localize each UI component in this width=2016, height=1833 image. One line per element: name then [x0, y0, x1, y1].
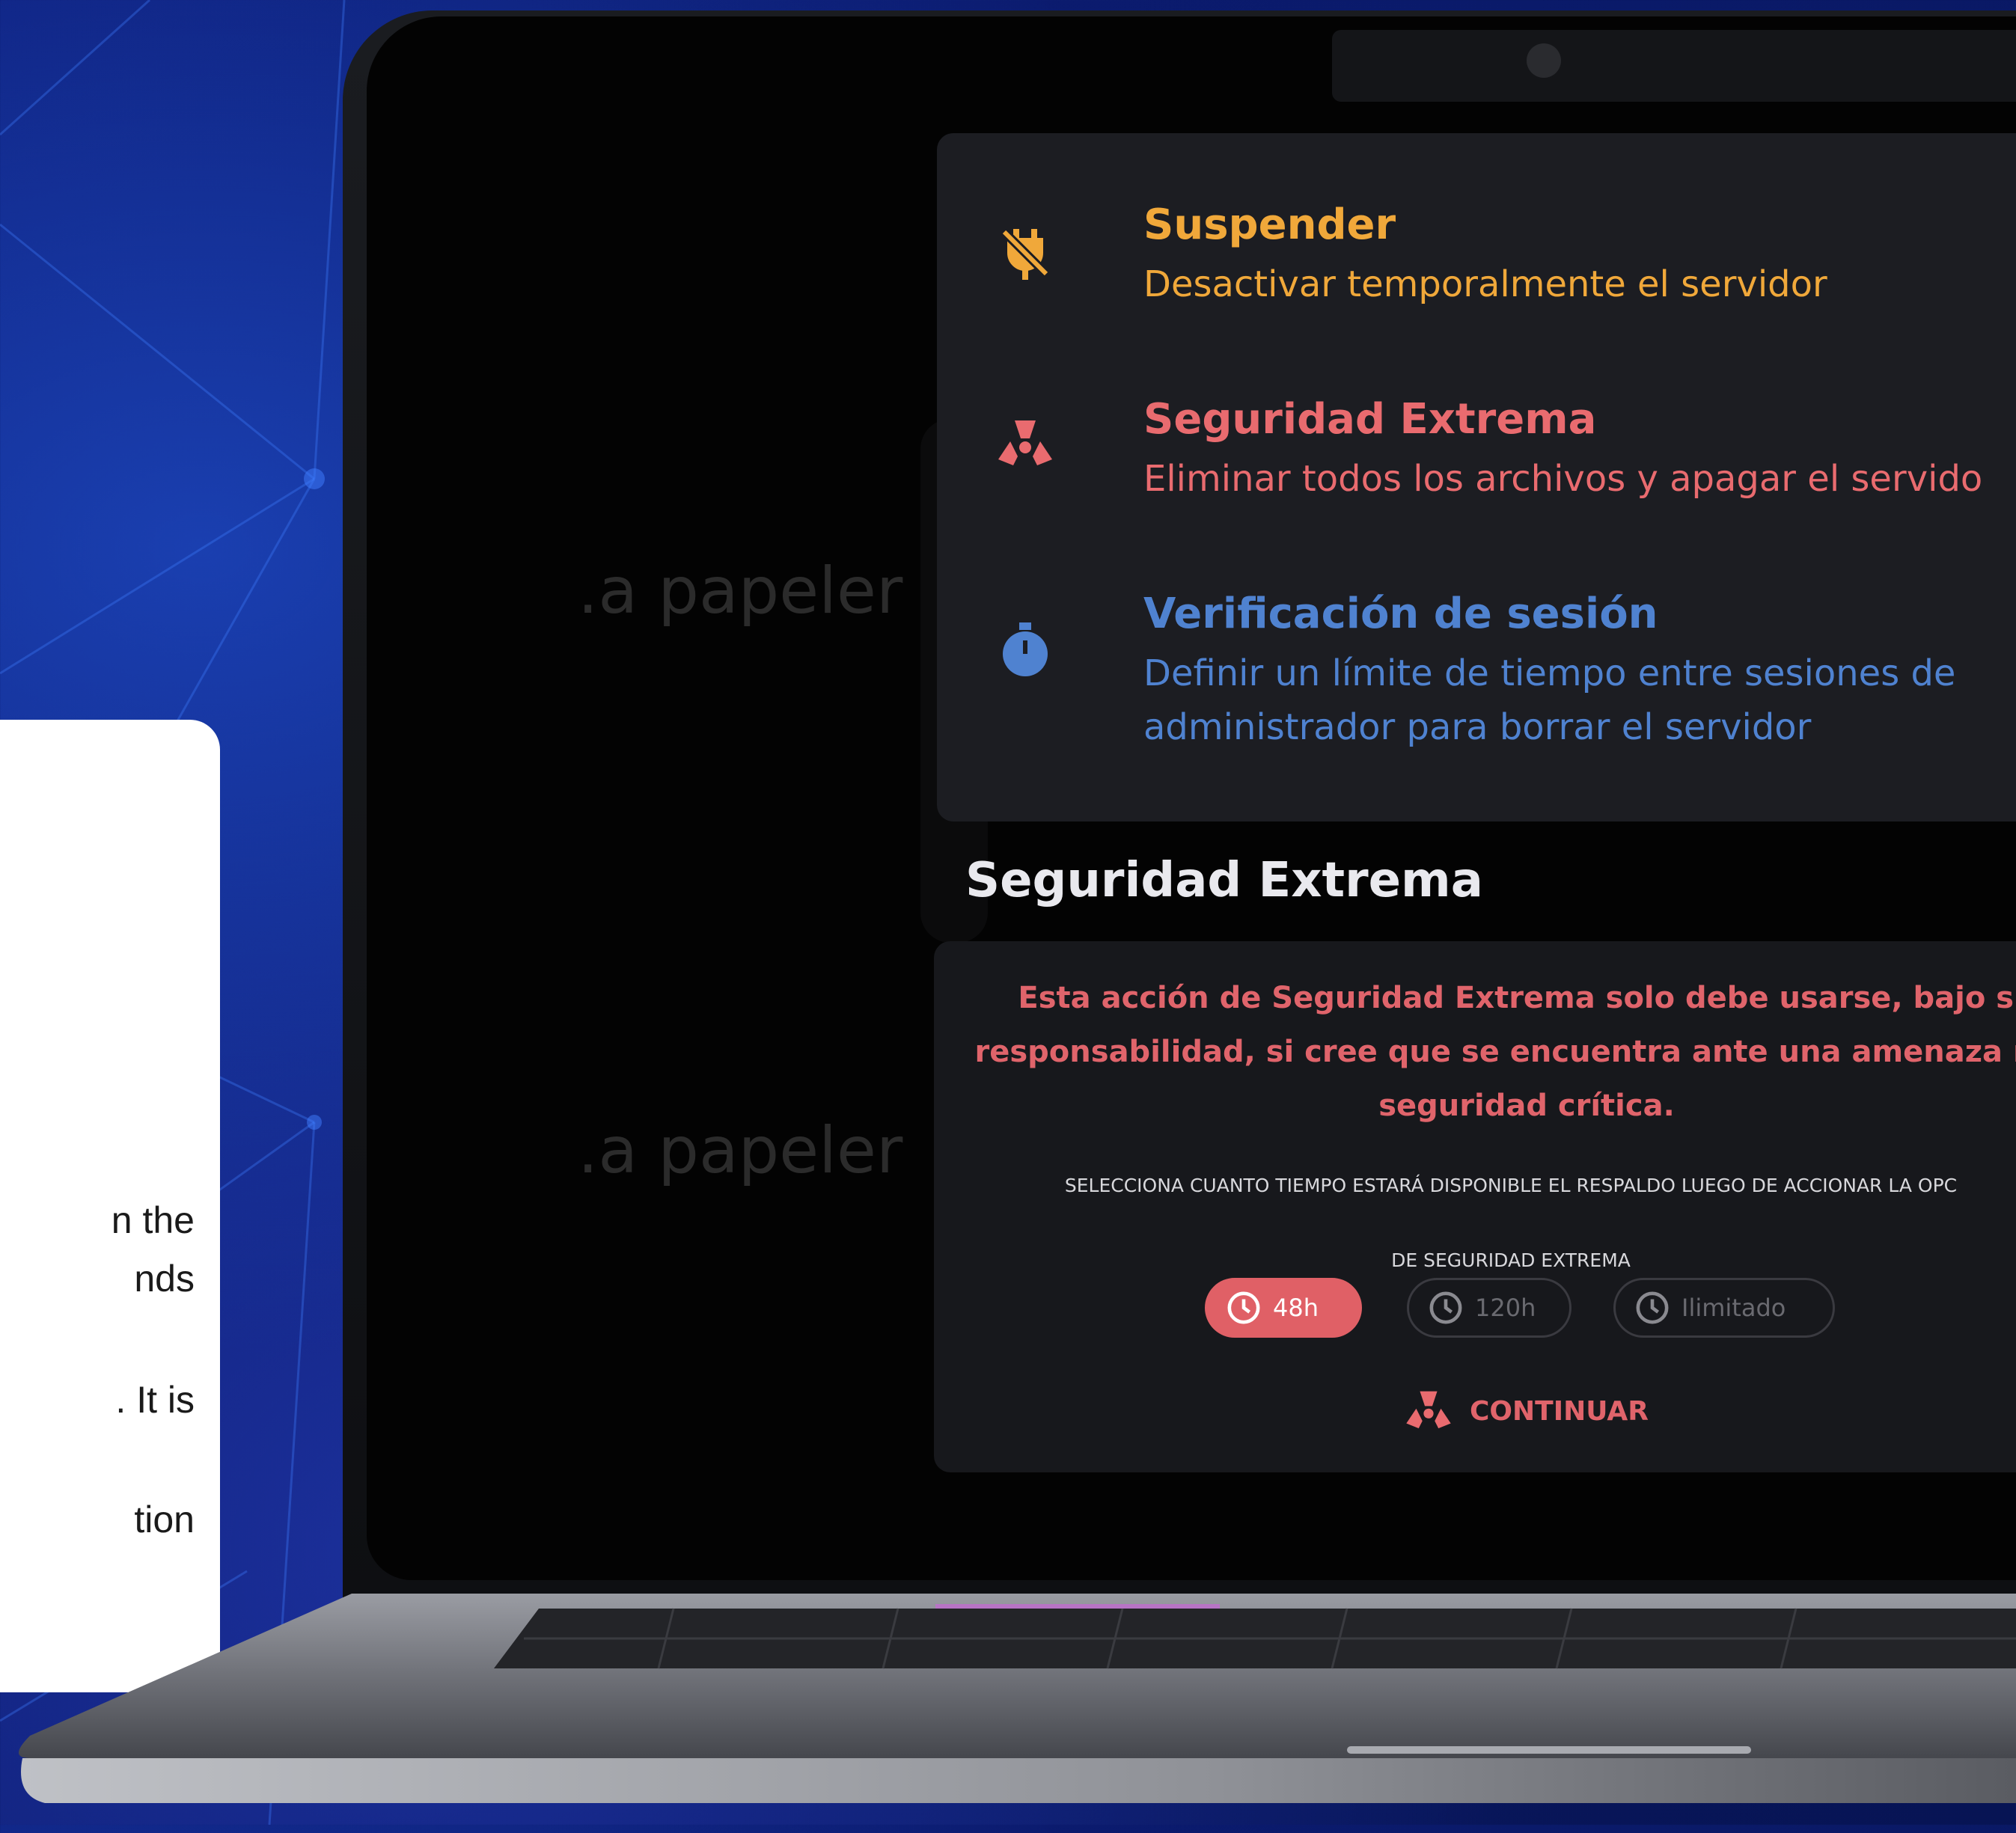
warning-line: seguridad crítica. — [1378, 1089, 1675, 1123]
duration-unlimited-button[interactable]: Ilimitado — [1613, 1278, 1835, 1338]
option-description: administrador para borrar el servidor — [1143, 706, 1812, 748]
option-session-verification[interactable]: Verificación de sesión Definir un límite… — [937, 590, 2016, 784]
laptop-notch — [1332, 30, 2016, 102]
option-extreme-security[interactable]: Seguridad Extrema Eliminar todos los arc… — [937, 395, 2016, 545]
laptop-base — [19, 1594, 2016, 1803]
duration-120h-button[interactable]: 120h — [1407, 1278, 1571, 1338]
clock-icon — [1636, 1291, 1669, 1324]
option-suspend[interactable]: Suspender Desactivar temporalmente el se… — [937, 201, 2016, 350]
duration-48h-button[interactable]: 48h — [1205, 1278, 1362, 1338]
card-text-line: tion — [134, 1499, 195, 1540]
section-title: Seguridad Extrema — [965, 853, 1483, 908]
instruction-line: SELECCIONA CUANTO TIEMPO ESTARÁ DISPONIB… — [1064, 1175, 1958, 1196]
option-title: Verificación de sesión — [1143, 590, 1658, 638]
background-text: .a papeler — [578, 554, 903, 628]
duration-label: Ilimitado — [1681, 1294, 1786, 1322]
duration-label: 48h — [1273, 1294, 1319, 1322]
info-card: n the nds . It is tion — [0, 720, 220, 1692]
options-panel: Suspender Desactivar temporalmente el se… — [937, 133, 2016, 821]
card-text-line: nds — [134, 1258, 195, 1300]
clock-icon — [1227, 1291, 1260, 1324]
clock-icon — [1429, 1291, 1462, 1324]
warning-line: responsabilidad, si cree que se encuentr… — [974, 1035, 2016, 1069]
background-text: .a papeler — [578, 1113, 903, 1188]
option-description: Desactivar temporalmente el servidor — [1143, 263, 1827, 305]
continue-button[interactable]: CONTINUAR — [1404, 1381, 1649, 1441]
selection-instructions: SELECCIONA CUANTO TIEMPO ESTARÁ DISPONIB… — [968, 1148, 2016, 1298]
warning-text: Esta acción de Seguridad Extrema solo de… — [965, 971, 2016, 1133]
duration-label: 120h — [1475, 1294, 1536, 1322]
radiation-icon — [1406, 1391, 1451, 1429]
warning-line: Esta acción de Seguridad Extrema solo de… — [1018, 981, 2016, 1015]
option-title: Seguridad Extrema — [1143, 395, 1597, 444]
option-title: Suspender — [1143, 201, 1396, 249]
continue-label: CONTINUAR — [1470, 1395, 1649, 1427]
card-text-line: n the — [111, 1199, 195, 1241]
stopwatch-icon — [1003, 622, 1048, 676]
option-description: Eliminar todos los archivos y apagar el … — [1143, 458, 1983, 500]
option-description: Definir un límite de tiempo entre sesion… — [1143, 652, 1956, 694]
plug-off-icon — [1001, 228, 1050, 280]
radiation-icon — [998, 420, 1052, 465]
camera-icon — [1527, 43, 1561, 78]
card-text-line: . It is — [115, 1379, 195, 1421]
